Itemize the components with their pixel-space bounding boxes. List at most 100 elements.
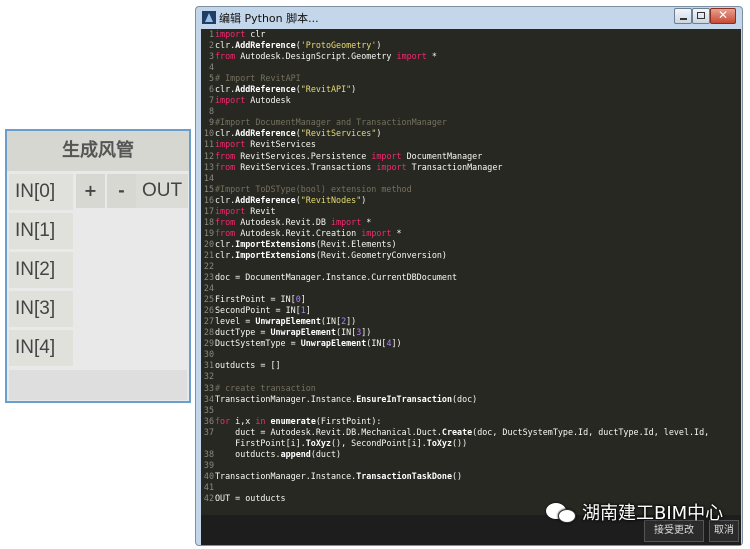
code-line[interactable]: 28ductType = UnwrapElement(IN[3]) <box>201 327 741 338</box>
code-editor[interactable]: 1import clr 2clr.AddReference('ProtoGeome… <box>201 29 741 515</box>
title-bar[interactable]: 编辑 Python 脚本... ✕ <box>196 7 742 28</box>
code-line[interactable]: 14 <box>201 173 741 184</box>
code-line[interactable]: 3from Autodesk.DesignScript.Geometry imp… <box>201 51 741 62</box>
code-line[interactable]: 1import clr <box>201 29 741 40</box>
line-number: 23 <box>203 272 214 283</box>
line-number: 9 <box>208 117 214 128</box>
code-line[interactable]: 31outducts = [] <box>201 360 741 371</box>
line-number: 27 <box>203 316 214 327</box>
code-text: clr.ImportExtensions(Revit.GeometryConve… <box>215 249 447 260</box>
python-script-node[interactable]: 生成风管 IN[0] + - OUT IN[1] IN[2] IN[3] IN[… <box>5 129 191 403</box>
line-number: 11 <box>203 139 214 150</box>
code-text: outducts.append(duct) <box>215 448 342 459</box>
line-number: 36 <box>203 415 214 426</box>
code-line[interactable]: 26SecondPoint = IN[1] <box>201 305 741 316</box>
line-number: 40 <box>203 470 214 481</box>
code-line[interactable]: 18from Autodesk.Revit.DB import * <box>201 217 741 228</box>
code-line[interactable]: 7import Autodesk <box>201 95 741 106</box>
code-line[interactable]: 20clr.ImportExtensions(Revit.Elements) <box>201 239 741 250</box>
line-number: 4 <box>208 62 214 73</box>
code-line[interactable]: 21clr.ImportExtensions(Revit.GeometryCon… <box>201 250 741 261</box>
code-line[interactable]: 24 <box>201 283 741 294</box>
code-text: ductType = UnwrapElement(IN[3]) <box>215 327 372 338</box>
close-icon[interactable]: ✕ <box>710 8 736 24</box>
code-line[interactable]: 10clr.AddReference("RevitServices") <box>201 128 741 139</box>
code-text: import clr <box>215 29 266 39</box>
line-number: 25 <box>203 294 214 305</box>
code-text: from Autodesk.Revit.Creation import * <box>215 227 402 238</box>
code-line[interactable]: 9#Import DocumentManager and Transaction… <box>201 117 741 128</box>
code-text: SecondPoint = IN[1] <box>215 305 311 316</box>
code-line[interactable]: 19from Autodesk.Revit.Creation import * <box>201 228 741 239</box>
line-number: 3 <box>208 51 214 62</box>
code-line[interactable]: 34TransactionManager.Instance.EnsureInTr… <box>201 394 741 405</box>
code-line[interactable]: FirstPoint[i].ToXyz(), SecondPoint[i].To… <box>201 438 741 449</box>
line-number: 34 <box>203 393 214 404</box>
code-line[interactable]: 40TransactionManager.Instance.Transactio… <box>201 471 741 482</box>
code-line[interactable]: 15#Import ToDSType(bool) extension metho… <box>201 184 741 195</box>
code-line[interactable]: 37 duct = Autodesk.Revit.DB.Mechanical.D… <box>201 427 741 438</box>
code-text: # Import RevitAPI <box>215 73 301 84</box>
code-text: OUT = outducts <box>215 492 286 503</box>
line-number: 35 <box>203 404 214 415</box>
code-line[interactable]: 32 <box>201 371 741 382</box>
minimize-icon[interactable] <box>674 8 692 24</box>
line-number: 22 <box>203 260 214 271</box>
line-number: 10 <box>203 128 214 139</box>
maximize-icon[interactable] <box>692 8 710 24</box>
code-text: #Import ToDSType(bool) extension method <box>215 183 412 194</box>
line-number: 1 <box>208 29 214 39</box>
code-line[interactable]: 13from RevitServices.Transactions import… <box>201 162 741 173</box>
code-line[interactable]: 33# create transaction <box>201 383 741 394</box>
line-number: 29 <box>203 338 214 349</box>
code-line[interactable]: 5# Import RevitAPI <box>201 73 741 84</box>
line-number: 31 <box>203 360 214 371</box>
code-text: doc = DocumentManager.Instance.CurrentDB… <box>215 272 458 283</box>
remove-input-button[interactable]: - <box>107 174 136 208</box>
code-line[interactable]: 29DuctSystemType = UnwrapElement(IN[4]) <box>201 338 741 349</box>
code-line[interactable]: 6clr.AddReference("RevitAPI") <box>201 84 741 95</box>
input-port-0[interactable]: IN[0] <box>9 174 73 210</box>
code-text: duct = Autodesk.Revit.DB.Mechanical.Duct… <box>215 426 710 437</box>
input-port-4[interactable]: IN[4] <box>9 330 73 366</box>
input-port-3[interactable]: IN[3] <box>9 291 73 327</box>
code-line[interactable]: 39 <box>201 460 741 471</box>
line-number: 16 <box>203 194 214 205</box>
code-text: from RevitServices.Transactions import T… <box>215 161 503 172</box>
output-port[interactable]: OUT <box>136 174 188 208</box>
line-number: 24 <box>203 283 214 294</box>
code-line[interactable]: 23doc = DocumentManager.Instance.Current… <box>201 272 741 283</box>
code-line[interactable]: 30 <box>201 349 741 360</box>
code-line[interactable]: 11import RevitServices <box>201 139 741 150</box>
code-line[interactable]: 41 <box>201 482 741 493</box>
line-number: 13 <box>203 161 214 172</box>
code-line[interactable]: 12from RevitServices.Persistence import … <box>201 151 741 162</box>
input-port-1[interactable]: IN[1] <box>9 213 73 249</box>
code-line[interactable]: 36for i,x in enumerate(FirstPoint): <box>201 416 741 427</box>
line-number: 8 <box>208 106 214 117</box>
code-text: # create transaction <box>215 382 316 393</box>
code-line[interactable]: 8 <box>201 106 741 117</box>
code-line[interactable]: 38 outducts.append(duct) <box>201 449 741 460</box>
add-input-button[interactable]: + <box>76 174 105 208</box>
code-line[interactable]: 17import Revit <box>201 206 741 217</box>
line-number: 32 <box>203 371 214 382</box>
code-line[interactable]: 4 <box>201 62 741 73</box>
code-line[interactable]: 27level = UnwrapElement(IN[2]) <box>201 316 741 327</box>
input-port-2[interactable]: IN[2] <box>9 252 73 288</box>
code-line[interactable]: 35 <box>201 405 741 416</box>
line-number: 14 <box>203 172 214 183</box>
code-text: import RevitServices <box>215 139 316 150</box>
code-line[interactable]: 16clr.AddReference("RevitNodes") <box>201 195 741 206</box>
code-area[interactable]: 1import clr 2clr.AddReference('ProtoGeome… <box>201 29 741 504</box>
line-number: 6 <box>208 84 214 95</box>
line-number: 2 <box>208 40 214 51</box>
code-line[interactable]: 2clr.AddReference('ProtoGeometry') <box>201 40 741 51</box>
code-text: from Autodesk.DesignScript.Geometry impo… <box>215 51 437 62</box>
code-text: for i,x in enumerate(FirstPoint): <box>215 415 382 426</box>
code-line[interactable]: 25FirstPoint = IN[0] <box>201 294 741 305</box>
code-line[interactable]: 22 <box>201 261 741 272</box>
